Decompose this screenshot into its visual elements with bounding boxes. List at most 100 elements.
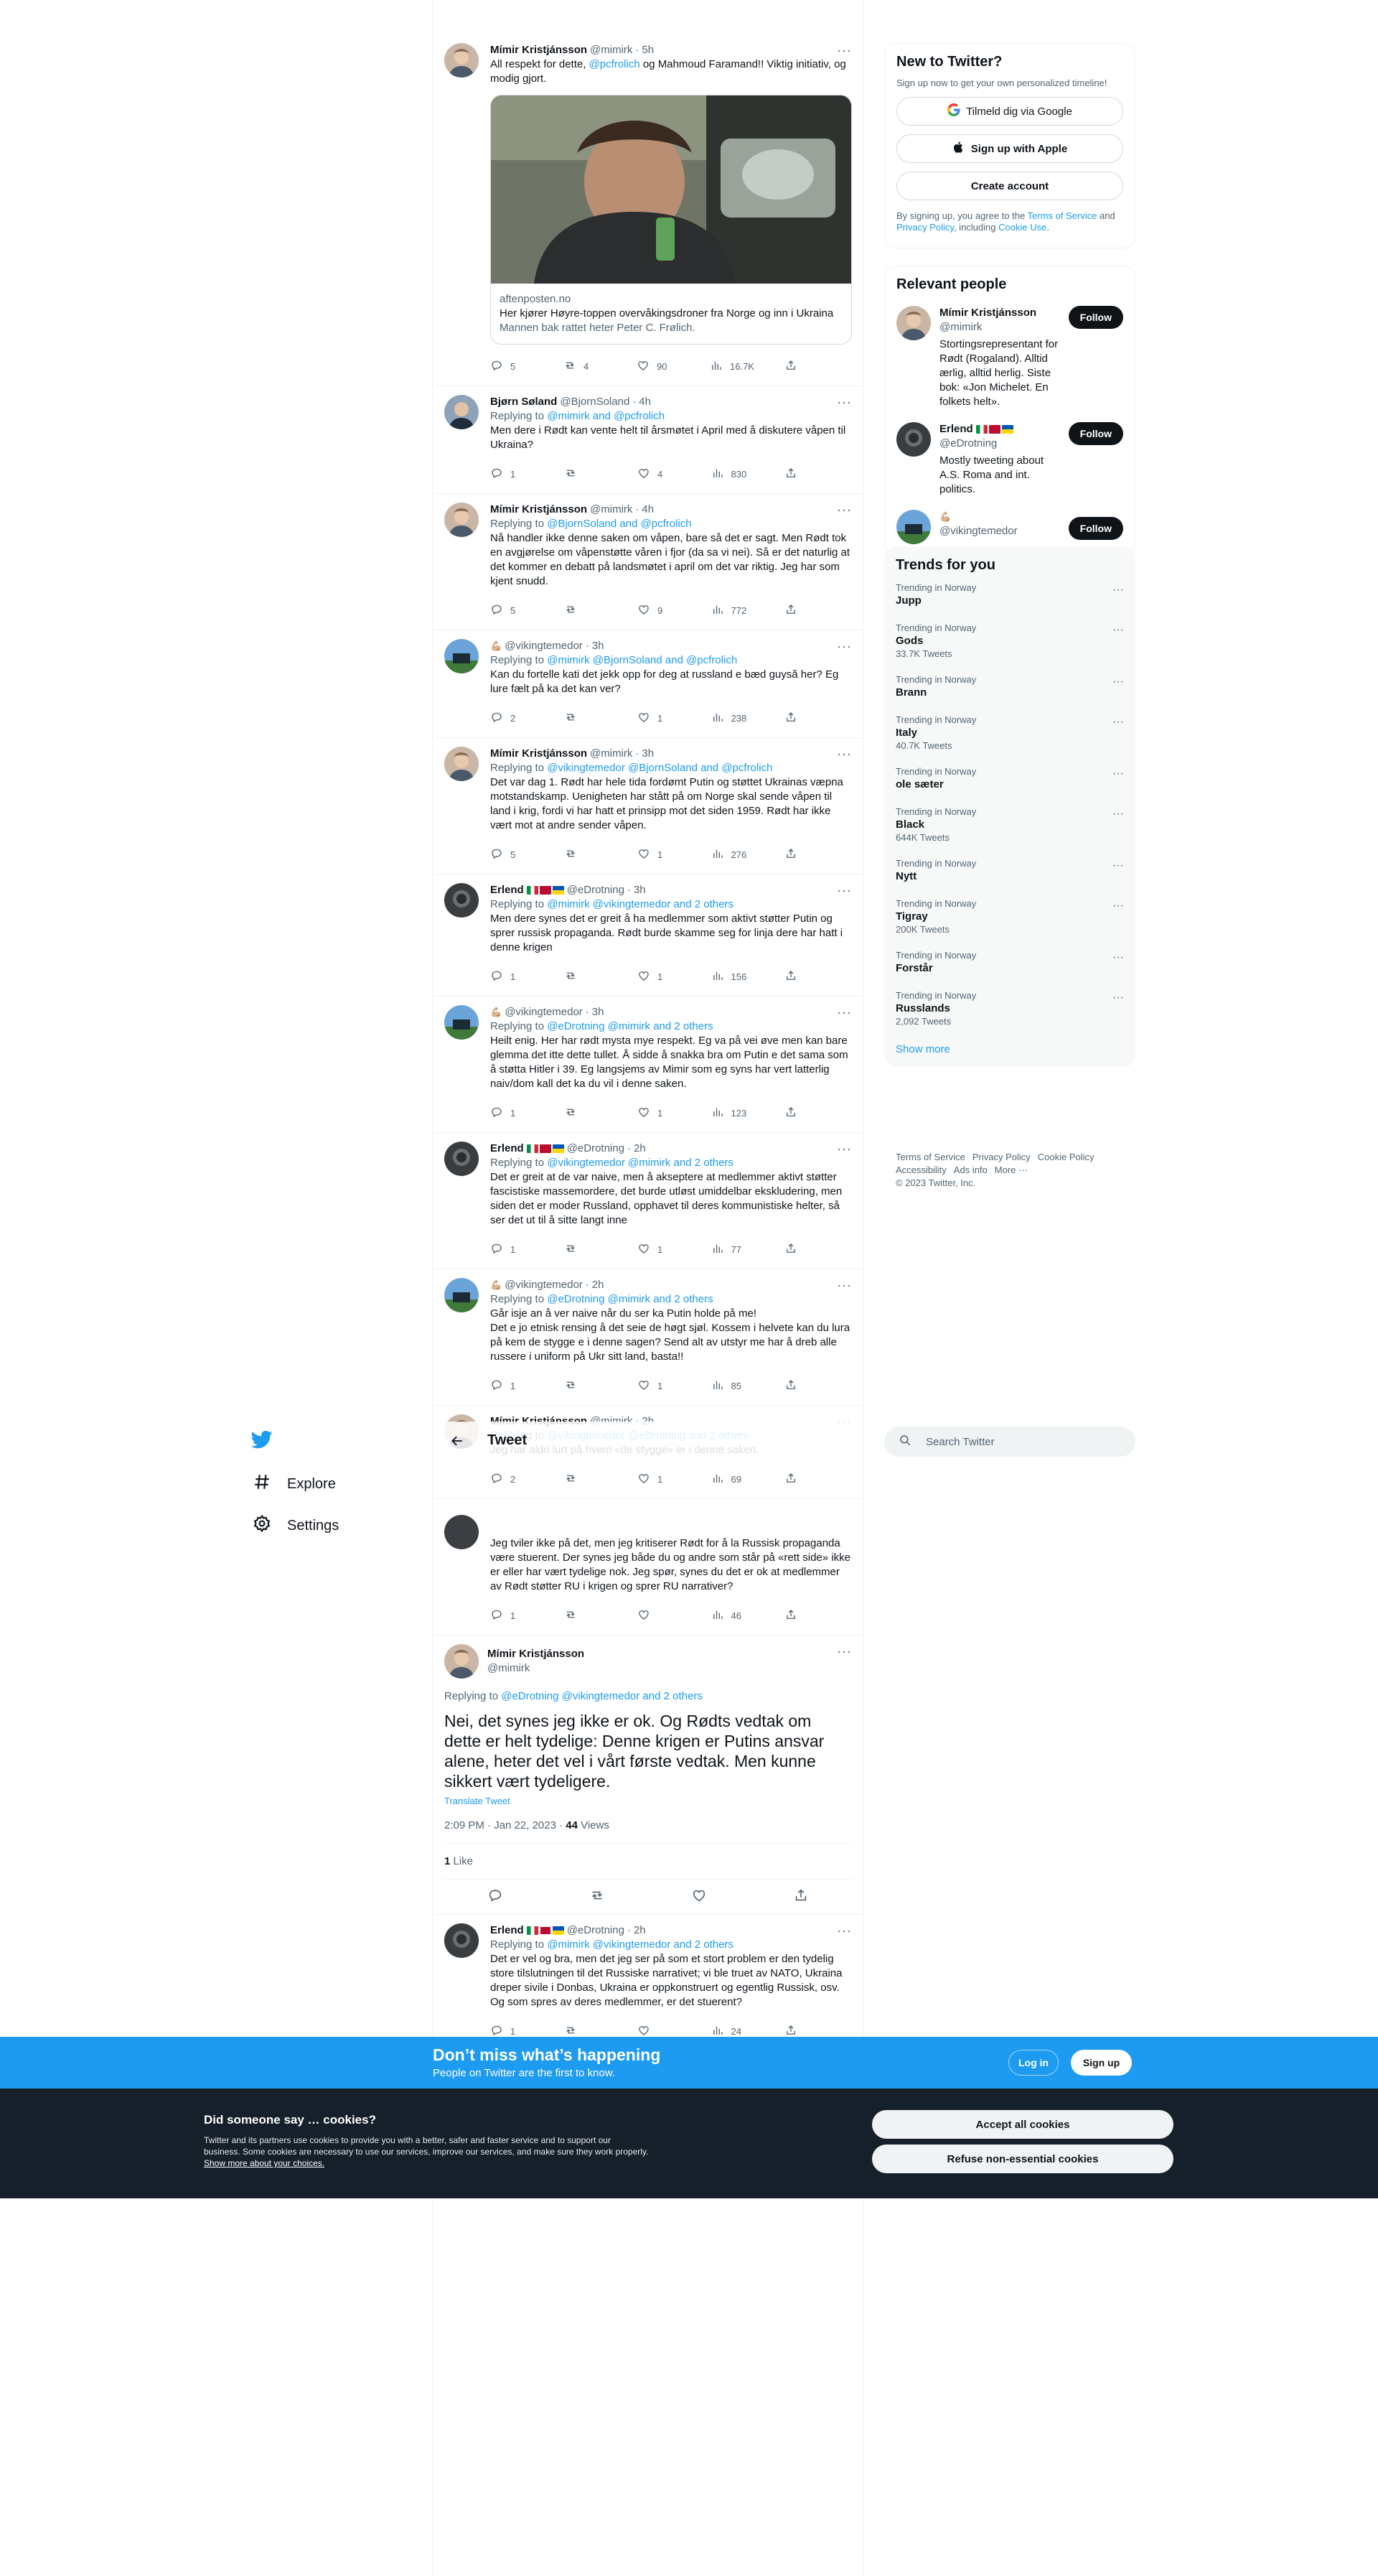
more-options-icon[interactable]: ···	[1112, 951, 1124, 964]
heart-icon[interactable]	[691, 1887, 707, 1907]
like-button[interactable]: 90	[637, 359, 680, 374]
author-name[interactable]: Mímir Kristjánsson	[490, 747, 587, 761]
share-button[interactable]	[784, 1106, 799, 1121]
views-button[interactable]: 830	[711, 467, 754, 482]
footer-more-link[interactable]: More ···	[995, 1165, 1028, 1175]
twitter-logo-icon[interactable]	[244, 1422, 280, 1457]
tweet-time[interactable]: 2h	[634, 1142, 646, 1156]
follow-button[interactable]: Follow	[1068, 422, 1123, 445]
retweet-button[interactable]	[564, 711, 607, 726]
google-signup-button[interactable]: Tilmeld dig via Google	[896, 97, 1123, 126]
tweet-time[interactable]: 3h	[592, 1005, 604, 1019]
tweet[interactable]: Erlend @eDrotning · 3h ··· Replying to @mim…	[433, 874, 863, 997]
author-name[interactable]: Mímir Kristjánsson	[490, 503, 587, 517]
share-button[interactable]	[784, 467, 799, 482]
views-button[interactable]: 156	[711, 969, 754, 984]
trend-item[interactable]: Trending in Norway Black 644K Tweets ···	[896, 798, 1124, 849]
more-options-icon[interactable]: ···	[1112, 676, 1124, 689]
tweet-time[interactable]: 3h	[634, 883, 646, 897]
reply-button[interactable]: 5	[490, 847, 533, 862]
avatar[interactable]	[444, 1142, 479, 1176]
trend-item[interactable]: Trending in Norway Russlands 2,092 Tweet…	[896, 981, 1124, 1033]
views-button[interactable]: 238	[711, 711, 754, 726]
reply-to-link[interactable]: @eDrotning @mimirk and 2 others	[547, 1293, 713, 1305]
person-name[interactable]: Mímir Kristjánsson	[939, 306, 1061, 320]
footer-privacy-link[interactable]: Privacy Policy	[972, 1152, 1031, 1162]
share-button[interactable]	[784, 1378, 799, 1394]
reply-button[interactable]: 2	[490, 1472, 533, 1487]
tweet-time[interactable]: 3h	[642, 747, 654, 761]
more-options-icon[interactable]: ···	[837, 883, 852, 898]
cookie-choices-link[interactable]: Show more about your choices.	[204, 2158, 324, 2168]
author-handle[interactable]: @mimirk	[590, 747, 632, 761]
author-name[interactable]: Erlend	[490, 883, 524, 897]
reply-button[interactable]: 1	[490, 467, 533, 482]
more-options-icon[interactable]: ···	[1112, 584, 1124, 597]
like-button[interactable]: 1	[637, 1378, 680, 1394]
tweet[interactable]: Mímir Kristjánsson @mimirk · 3h ··· Replyin…	[433, 738, 863, 874]
reply-to-link[interactable]: @mimirk @vikingtemedor and 2 others	[547, 898, 733, 910]
trend-item[interactable]: Trending in Norway Tigray 200K Tweets ··…	[896, 890, 1124, 941]
reply-to-link[interactable]: @vikingtemedor @mimirk and 2 others	[547, 1157, 733, 1169]
avatar[interactable]	[444, 503, 479, 537]
like-button[interactable]: 1	[637, 1106, 680, 1121]
accept-cookies-button[interactable]: Accept all cookies	[872, 2110, 1173, 2139]
avatar[interactable]	[896, 306, 931, 340]
tweet[interactable]: 💪🏼 @vikingtemedor · 3h ··· Replying to @mim…	[433, 630, 863, 738]
search-input[interactable]: Search Twitter	[884, 1427, 1135, 1457]
reply-to-link[interactable]: @eDrotning @vikingtemedor and 2 others	[501, 1690, 703, 1702]
share-button[interactable]	[784, 359, 799, 374]
share-button[interactable]	[784, 1472, 799, 1487]
footer-accessibility-link[interactable]: Accessibility	[896, 1165, 947, 1175]
tweet[interactable]: Mímir Kristjánsson @mimirk · 4h ··· Replyin…	[433, 494, 863, 630]
nav-explore[interactable]: Explore	[244, 1463, 416, 1505]
avatar[interactable]	[444, 43, 479, 78]
share-icon[interactable]	[793, 1887, 809, 1907]
retweet-button[interactable]: 4	[563, 359, 606, 374]
share-button[interactable]	[784, 1242, 799, 1257]
retweet-button[interactable]	[564, 1106, 607, 1121]
more-options-icon[interactable]: ···	[1112, 624, 1124, 637]
mention-link[interactable]: @pcfrolich	[589, 58, 640, 70]
like-button[interactable]: 1	[637, 1472, 680, 1487]
tweet[interactable]: Mímir Kristjánsson @mimirk · 5h ··· All res…	[433, 0, 863, 386]
avatar[interactable]	[896, 422, 931, 457]
author-name[interactable]: Erlend	[490, 1142, 524, 1156]
reply-button[interactable]: 1	[490, 969, 533, 984]
retweet-button[interactable]	[564, 1608, 607, 1623]
author-handle[interactable]: @mimirk	[487, 1661, 584, 1676]
trend-item[interactable]: Trending in Norway Gods 33.7K Tweets ···	[896, 614, 1124, 666]
retweet-button[interactable]	[564, 969, 607, 984]
share-button[interactable]	[784, 969, 799, 984]
author-handle[interactable]: @eDrotning	[567, 1142, 624, 1156]
reply-button[interactable]: 2	[490, 711, 533, 726]
signup-button[interactable]: Sign up	[1071, 2050, 1132, 2076]
more-options-icon[interactable]: ···	[837, 1005, 852, 1020]
create-account-button[interactable]: Create account	[896, 172, 1123, 200]
tweet-time[interactable]: 2h	[592, 1278, 604, 1292]
retweet-icon[interactable]	[589, 1887, 605, 1907]
share-button[interactable]	[784, 847, 799, 862]
more-options-icon[interactable]: ···	[1112, 900, 1124, 913]
author-name[interactable]: Mímir Kristjánsson	[490, 43, 587, 57]
privacy-link[interactable]: Privacy Policy	[896, 222, 954, 233]
reply-to-link[interactable]: @vikingtemedor @BjornSoland and @pcfroli…	[547, 762, 772, 774]
trend-item[interactable]: Trending in Norway ole sæter ···	[896, 757, 1124, 798]
like-button[interactable]: 9	[637, 603, 680, 618]
more-options-icon[interactable]: ···	[837, 747, 852, 762]
more-options-icon[interactable]: ···	[837, 43, 852, 58]
author-handle[interactable]: @BjornSoland	[560, 395, 629, 409]
tweet-time[interactable]: 2h	[634, 1923, 646, 1938]
like-button[interactable]: 1	[637, 711, 680, 726]
author-handle[interactable]: @mimirk	[590, 43, 632, 57]
avatar[interactable]	[444, 1923, 479, 1958]
reply-to-link[interactable]: @mimirk @BjornSoland and @pcfrolich	[547, 654, 737, 666]
author-handle[interactable]: @eDrotning	[567, 1923, 624, 1938]
tweet[interactable]: Erlend @eDrotning · 2h ··· Replying to @…	[433, 1915, 863, 2051]
more-options-icon[interactable]: ···	[1112, 859, 1124, 872]
trend-item[interactable]: Trending in Norway Jupp ···	[896, 574, 1124, 614]
trend-item[interactable]: Trending in Norway Italy 40.7K Tweets ··…	[896, 706, 1124, 757]
tweet-time[interactable]: 5h	[642, 43, 654, 57]
translate-tweet-link[interactable]: Translate Tweet	[444, 1796, 852, 1806]
avatar[interactable]	[444, 1644, 479, 1679]
